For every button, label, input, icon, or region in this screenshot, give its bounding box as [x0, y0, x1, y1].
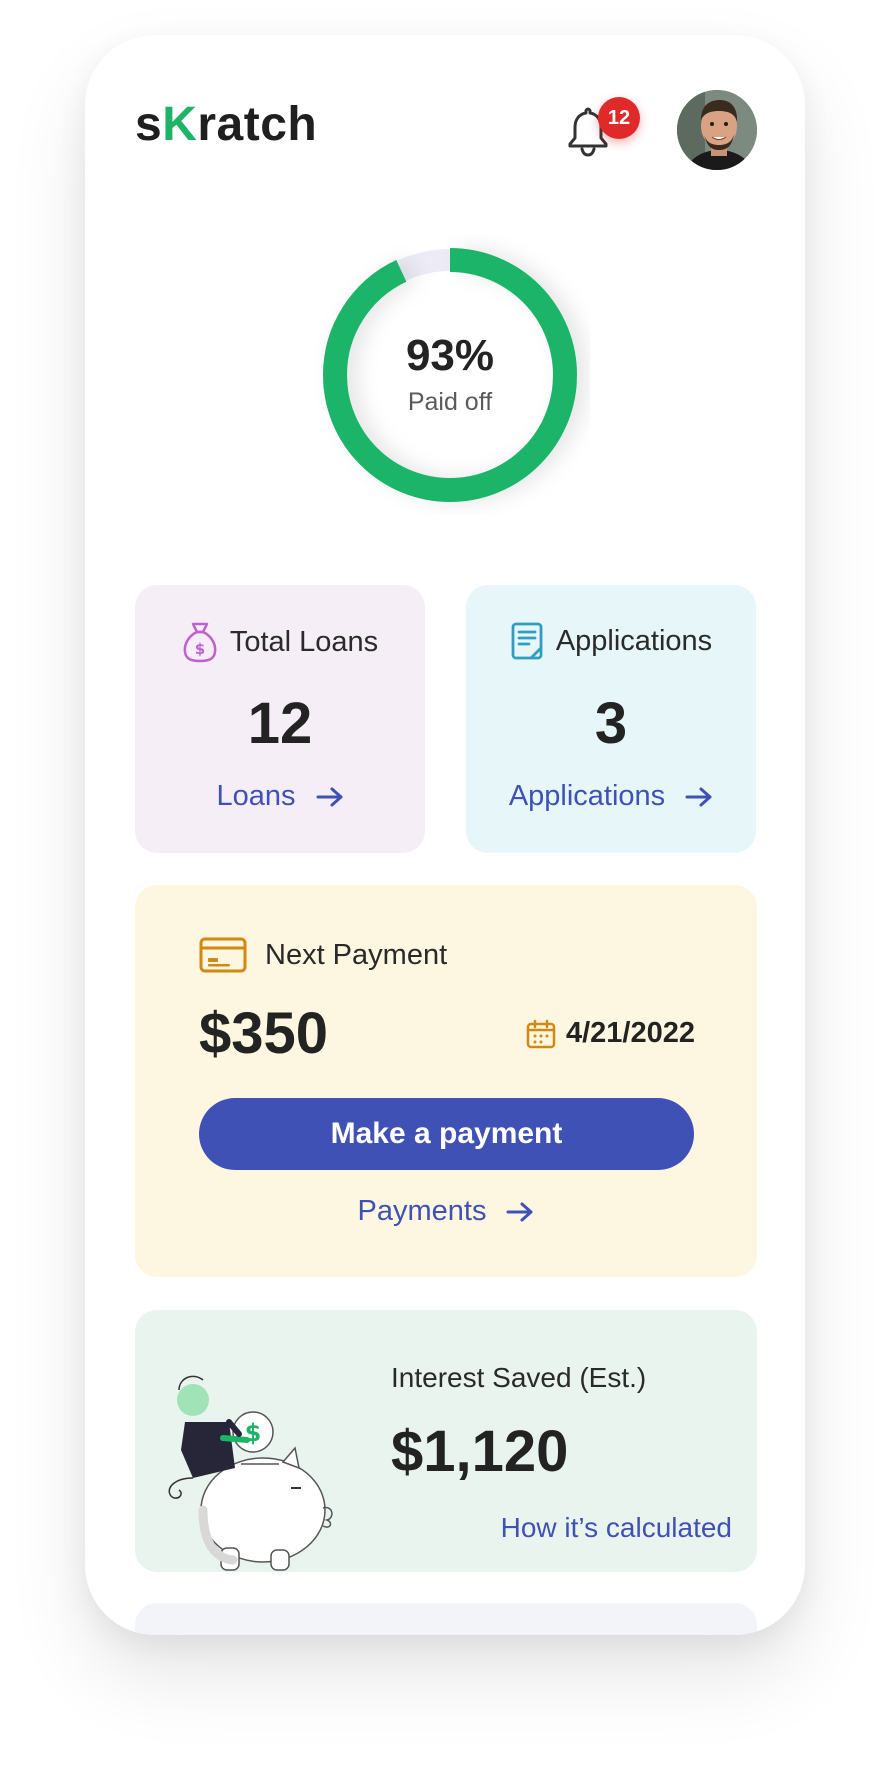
progress-ring-label: 93% Paid off [310, 235, 590, 515]
total-loans-title: Total Loans [229, 625, 379, 658]
next-payment-amount: $350 [199, 1001, 329, 1066]
next-payment-header: Next Payment [199, 937, 447, 973]
progress-caption: Paid off [407, 387, 493, 416]
app-screen: sKratch 12 93% Paid off $ Total Loans 12… [85, 35, 805, 1635]
notification-badge: 12 [598, 97, 640, 139]
total-loans-header: $ Total Loans [135, 621, 425, 663]
credit-card-icon [199, 937, 247, 973]
applications-title: Applications [555, 624, 713, 657]
interest-saved-card: $ Interest Saved (Est.) $1,120 How it’s … [135, 1310, 757, 1572]
how-calculated-link[interactable]: How it’s calculated [501, 1512, 732, 1544]
next-payment-title: Next Payment [265, 938, 448, 971]
arrow-right-icon [506, 1202, 533, 1221]
applications-value: 3 [594, 691, 628, 756]
next-card-peek [135, 1603, 757, 1635]
next-payment-card: Next Payment $350 4/21/2022 Make a payme… [135, 885, 757, 1277]
applications-header: Applications [466, 621, 756, 661]
arrow-right-icon [685, 787, 712, 806]
svg-text:$: $ [195, 640, 205, 658]
logo-prefix: s [135, 98, 163, 151]
loans-link[interactable]: Loans [135, 780, 425, 813]
next-payment-due-date: 4/21/2022 [526, 1017, 695, 1050]
payments-link-label: Payments [357, 1195, 487, 1227]
money-bag-icon: $ [183, 622, 217, 663]
interest-saved-title: Interest Saved (Est.) [391, 1362, 647, 1393]
payments-link[interactable]: Payments [135, 1195, 757, 1228]
arrow-right-icon [316, 787, 342, 806]
loans-link-label: Loans [216, 780, 296, 812]
avatar-image [677, 90, 757, 170]
avatar[interactable] [677, 90, 757, 170]
total-loans-value: 12 [247, 691, 313, 756]
due-date-text: 4/21/2022 [565, 1017, 695, 1049]
document-icon [511, 622, 543, 660]
calendar-icon [526, 1019, 556, 1048]
app-logo[interactable]: sKratch [135, 97, 317, 152]
payoff-progress-ring: 93% Paid off [310, 235, 590, 515]
applications-link-label: Applications [508, 780, 666, 812]
applications-card: Applications 3 Applications [466, 585, 756, 853]
logo-k: K [162, 98, 198, 151]
total-loans-card: $ Total Loans 12 Loans [135, 585, 425, 853]
piggy-bank-illustration: $ [168, 1375, 333, 1571]
interest-saved-amount: $1,120 [391, 1419, 569, 1484]
make-payment-button[interactable]: Make a payment [199, 1098, 694, 1170]
progress-percent: 93% [405, 330, 495, 380]
applications-link[interactable]: Applications [466, 780, 756, 813]
logo-suffix: ratch [197, 98, 318, 151]
